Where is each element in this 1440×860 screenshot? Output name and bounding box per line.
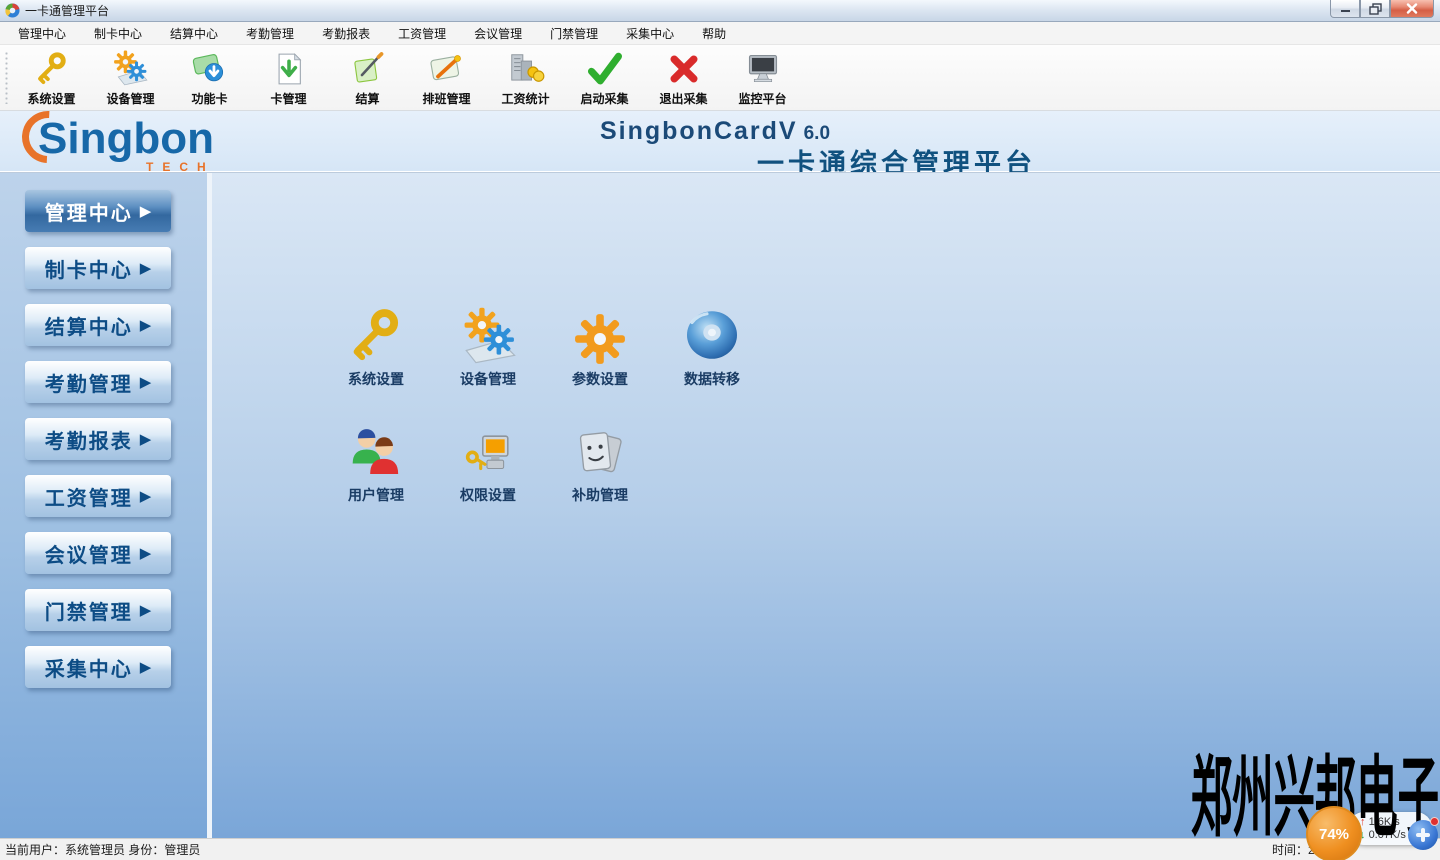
sidebar-item-management-center[interactable]: 管理中心▶: [25, 190, 171, 232]
minimize-button[interactable]: [1330, 0, 1360, 18]
toolbar-button-device-management[interactable]: 设备管理: [91, 45, 170, 107]
arrow-right-icon: ▶: [140, 546, 152, 561]
menu-item-salary-management[interactable]: 工资管理: [384, 22, 460, 45]
menu-item-settlement-center[interactable]: 结算中心: [156, 22, 232, 45]
sidebar-item-settlement-center[interactable]: 结算中心▶: [25, 304, 171, 346]
buildings-coins-icon: [507, 50, 545, 88]
notebook-pen-icon: [428, 50, 466, 88]
red-cross-icon: [665, 50, 703, 88]
toolbar-grip[interactable]: [4, 51, 9, 104]
arrow-right-icon: ▶: [140, 660, 152, 675]
menu-bar: 管理中心 制卡中心 结算中心 考勤管理 考勤报表 工资管理 会议管理 门禁管理 …: [0, 22, 1440, 45]
arrow-right-icon: ▶: [140, 318, 152, 333]
face-card-icon: [568, 417, 632, 481]
restore-icon: [1369, 3, 1382, 15]
menu-item-card-making-center[interactable]: 制卡中心: [80, 22, 156, 45]
function-card-icon: [191, 50, 229, 88]
sidebar-item-attendance-report[interactable]: 考勤报表▶: [25, 418, 171, 460]
restore-button[interactable]: [1360, 0, 1390, 18]
menu-item-access-management[interactable]: 门禁管理: [536, 22, 612, 45]
arrow-right-icon: ▶: [140, 204, 152, 219]
sidebar-item-salary-management[interactable]: 工资管理▶: [25, 475, 171, 517]
arrow-right-icon: ▶: [140, 375, 152, 390]
menu-item-collection-center[interactable]: 采集中心: [612, 22, 688, 45]
sidebar-item-collection-center[interactable]: 采集中心▶: [25, 646, 171, 688]
usage-ball[interactable]: 74%: [1306, 806, 1362, 860]
main-panel: 系统设置 设备管理 参数设置: [212, 173, 1440, 838]
toolbar-button-start-collection[interactable]: 启动采集: [565, 45, 644, 107]
close-button[interactable]: [1390, 0, 1434, 18]
toolbar-button-function-card[interactable]: 功能卡: [170, 45, 249, 107]
sidebar-item-meeting-management[interactable]: 会议管理▶: [25, 532, 171, 574]
app-tile-parameter-settings[interactable]: 参数设置: [568, 301, 632, 389]
toolbar-button-settlement[interactable]: 结算: [328, 45, 407, 107]
app-tile-data-transfer[interactable]: 数据转移: [680, 301, 744, 389]
monitor-icon: [744, 50, 782, 88]
note-pencil-icon: [349, 50, 387, 88]
green-check-icon: [586, 50, 624, 88]
menu-item-attendance-management[interactable]: 考勤管理: [232, 22, 308, 45]
app-icon: [5, 3, 20, 18]
content-area: 管理中心▶ 制卡中心▶ 结算中心▶ 考勤管理▶ 考勤报表▶ 工资管理▶ 会议管理…: [0, 172, 1440, 838]
app-header: Singbon TECH SingbonCardV6.0 一卡通综合管理平台: [0, 111, 1440, 171]
app-tile-system-settings[interactable]: 系统设置: [344, 301, 408, 389]
window-controls: [1330, 0, 1434, 18]
key-icon: [344, 301, 408, 365]
menu-item-attendance-report[interactable]: 考勤报表: [308, 22, 384, 45]
toolbar-button-monitor-platform[interactable]: 监控平台: [723, 45, 802, 107]
singbon-logo: Singbon TECH: [38, 113, 214, 165]
sidebar-item-attendance-management[interactable]: 考勤管理▶: [25, 361, 171, 403]
window-title: 一卡通管理平台: [25, 2, 109, 19]
app-tile-device-management[interactable]: 设备管理: [456, 301, 520, 389]
arrow-right-icon: ▶: [140, 489, 152, 504]
current-user-status: 当前用户：系统管理员 身份：管理员: [0, 841, 200, 858]
arrow-right-icon: ▶: [140, 261, 152, 276]
sidebar-item-access-management[interactable]: 门禁管理▶: [25, 589, 171, 631]
close-icon: [1406, 3, 1418, 14]
menu-item-help[interactable]: 帮助: [688, 22, 740, 45]
notification-dot-icon: [1430, 817, 1439, 826]
sidebar-item-card-making-center[interactable]: 制卡中心▶: [25, 247, 171, 289]
toolbar-button-salary-statistics[interactable]: 工资统计: [486, 45, 565, 107]
arrow-right-icon: ▶: [140, 603, 152, 618]
menu-item-meeting-management[interactable]: 会议管理: [460, 22, 536, 45]
minimize-icon: [1340, 4, 1351, 13]
gear-icon: [568, 301, 632, 365]
toolbar-button-shift-management[interactable]: 排班管理: [407, 45, 486, 107]
app-tile-permission-settings[interactable]: 权限设置: [456, 417, 520, 505]
arrow-right-icon: ▶: [140, 432, 152, 447]
toolbar: 系统设置 设备管理 功能卡 卡管理: [0, 45, 1440, 111]
menu-item-management-center[interactable]: 管理中心: [4, 22, 80, 45]
toolbar-button-exit-collection[interactable]: 退出采集: [644, 45, 723, 107]
key-icon: [33, 50, 71, 88]
gears-icon: [112, 50, 150, 88]
app-tile-subsidy-management[interactable]: 补助管理: [568, 417, 632, 505]
monitor-key-icon: [456, 417, 520, 481]
cd-disc-icon: [680, 301, 744, 365]
card-document-icon: [270, 50, 308, 88]
app-tile-user-management[interactable]: 用户管理: [344, 417, 408, 505]
app-icon-grid: 系统设置 设备管理 参数设置: [320, 301, 768, 505]
users-icon: [344, 417, 408, 481]
toolbar-button-card-management[interactable]: 卡管理: [249, 45, 328, 107]
gears-icon: [456, 301, 520, 365]
toolbar-button-system-settings[interactable]: 系统设置: [12, 45, 91, 107]
sidebar: 管理中心▶ 制卡中心▶ 结算中心▶ 考勤管理▶ 考勤报表▶ 工资管理▶ 会议管理…: [0, 173, 207, 838]
usage-percent: 74%: [1319, 826, 1349, 843]
window-titlebar: 一卡通管理平台: [0, 0, 1440, 22]
